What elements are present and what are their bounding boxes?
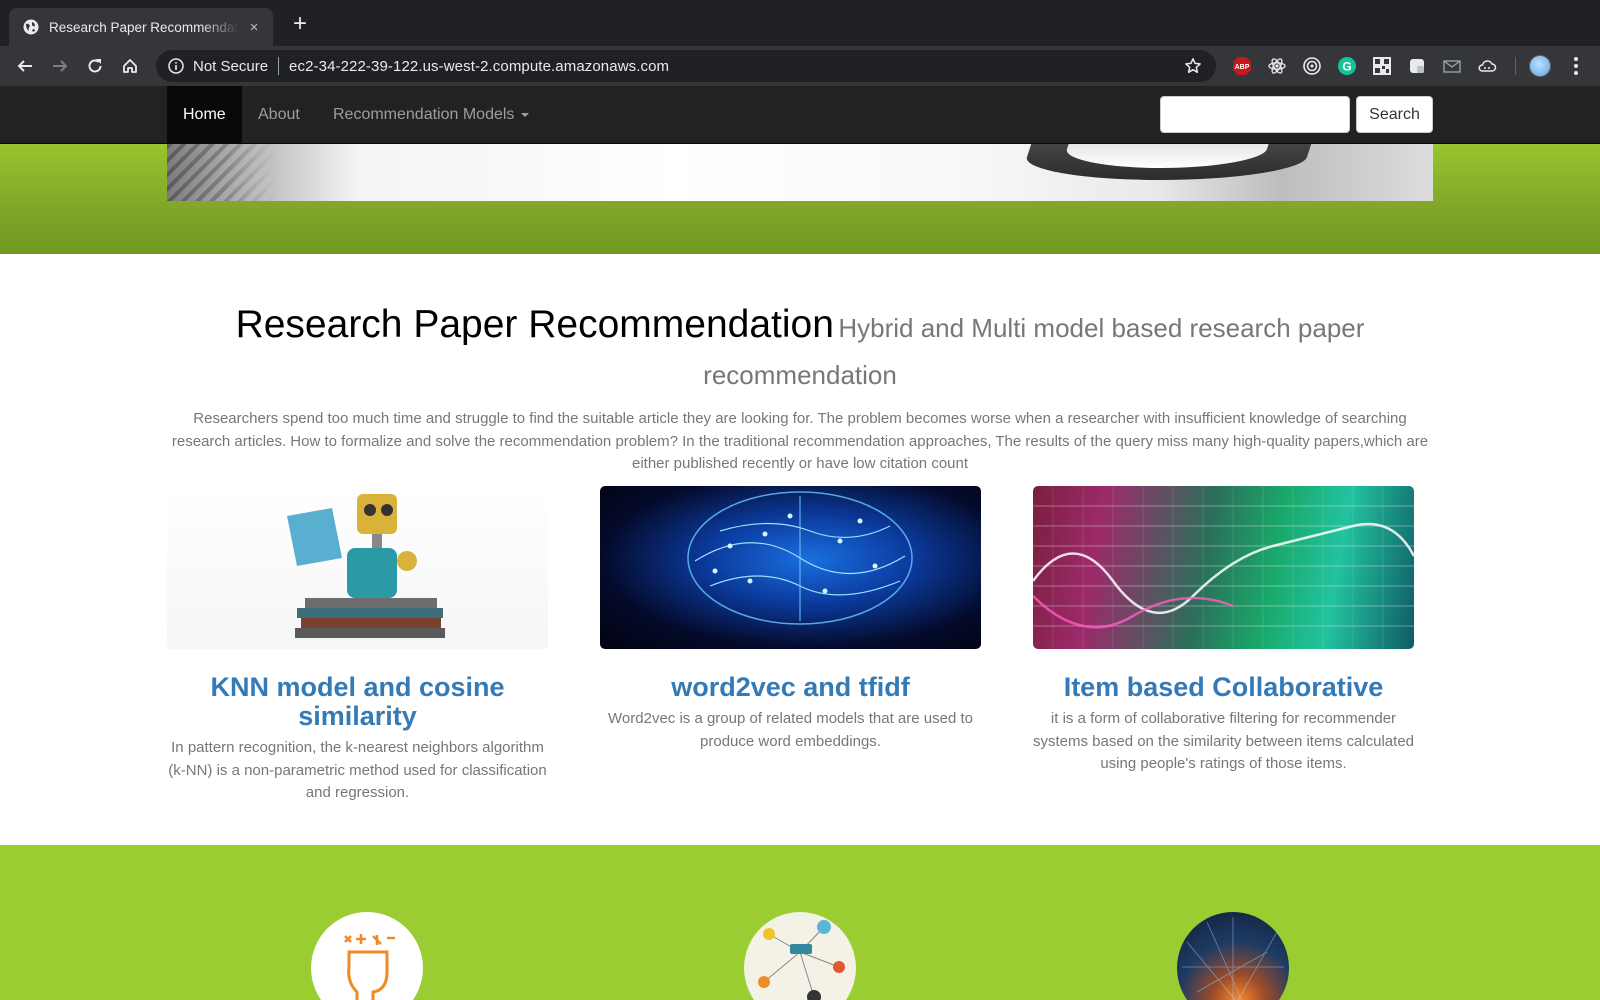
nav-recommendation-models-label: Recommendation Models (333, 106, 515, 123)
browser-tab-strip: Research Paper Recommendation × + (0, 0, 1600, 46)
page-title: Research Paper Recommendation (235, 303, 834, 346)
page-heading: Research Paper Recommendation Hybrid and… (180, 303, 1420, 401)
forward-icon[interactable] (47, 53, 73, 79)
note-extension-icon[interactable] (1407, 56, 1427, 76)
more-menu-icon[interactable] (1566, 55, 1586, 77)
mail-extension-icon[interactable] (1442, 56, 1462, 76)
nav-about[interactable]: About (242, 86, 316, 144)
address-bar[interactable]: Not Secure ec2-34-222-39-122.us-west-2.c… (156, 50, 1216, 82)
hero-banner-image (167, 144, 1433, 201)
card-title[interactable]: Item based Collaborative (1033, 673, 1414, 702)
back-icon[interactable] (12, 53, 38, 79)
info-icon[interactable] (167, 57, 185, 75)
card-title[interactable]: word2vec and tfidf (600, 673, 981, 702)
model-card-word2vec: word2vec and tfidf Word2vec is a group o… (600, 486, 981, 753)
card-title[interactable]: KNN model and cosine similarity (167, 673, 548, 731)
binary-wave-image (1033, 486, 1414, 649)
model-card-item-based: Item based Collaborative it is a form of… (1033, 486, 1414, 776)
robot-reading-image (167, 486, 548, 649)
search-button[interactable]: Search (1356, 96, 1433, 133)
grammarly-icon[interactable]: G (1337, 56, 1357, 76)
card-description: In pattern recognition, the k-nearest ne… (168, 739, 547, 801)
card-description: it is a form of collaborative filtering … (1033, 710, 1415, 772)
nav-home[interactable]: Home (167, 86, 242, 144)
adblock-plus-icon[interactable]: ABP (1232, 56, 1252, 76)
intro-paragraph: Researchers spend too much time and stru… (171, 410, 1429, 472)
site-navbar: Home About Recommendation Models Search (0, 86, 1600, 144)
home-icon[interactable] (117, 53, 143, 79)
nav-recommendation-models[interactable]: Recommendation Models (317, 86, 545, 144)
model-card-knn: KNN model and cosine similarity In patte… (167, 486, 548, 805)
bookmark-star-icon[interactable] (1184, 57, 1202, 75)
search-input[interactable] (1160, 96, 1350, 133)
react-devtools-icon[interactable] (1267, 56, 1287, 76)
card-description: Word2vec is a group of related models th… (608, 710, 973, 750)
browser-tab[interactable]: Research Paper Recommendation × (9, 8, 273, 46)
divider (1515, 57, 1516, 75)
reload-icon[interactable] (82, 53, 108, 79)
url-text[interactable]: ec2-34-222-39-122.us-west-2.compute.amaz… (289, 58, 669, 75)
new-tab-button[interactable]: + (288, 12, 312, 37)
qr-extension-icon[interactable] (1372, 56, 1392, 76)
target-extension-icon[interactable] (1302, 56, 1322, 76)
divider (278, 57, 280, 75)
caret-down-icon (521, 113, 530, 117)
tab-title: Research Paper Recommendation (49, 19, 239, 35)
grammarly-label: G (1342, 60, 1351, 74)
browser-toolbar: Not Secure ec2-34-222-39-122.us-west-2.c… (0, 46, 1600, 86)
adblock-label: ABP (1235, 64, 1250, 71)
not-secure-label: Not Secure (193, 57, 269, 75)
hero-arch-detail (167, 144, 277, 201)
circuit-brain-image (600, 486, 981, 649)
profile-avatar[interactable] (1529, 55, 1551, 77)
close-icon[interactable]: × (245, 18, 263, 36)
cloud-extension-icon[interactable] (1477, 56, 1497, 76)
globe-icon (23, 19, 39, 35)
